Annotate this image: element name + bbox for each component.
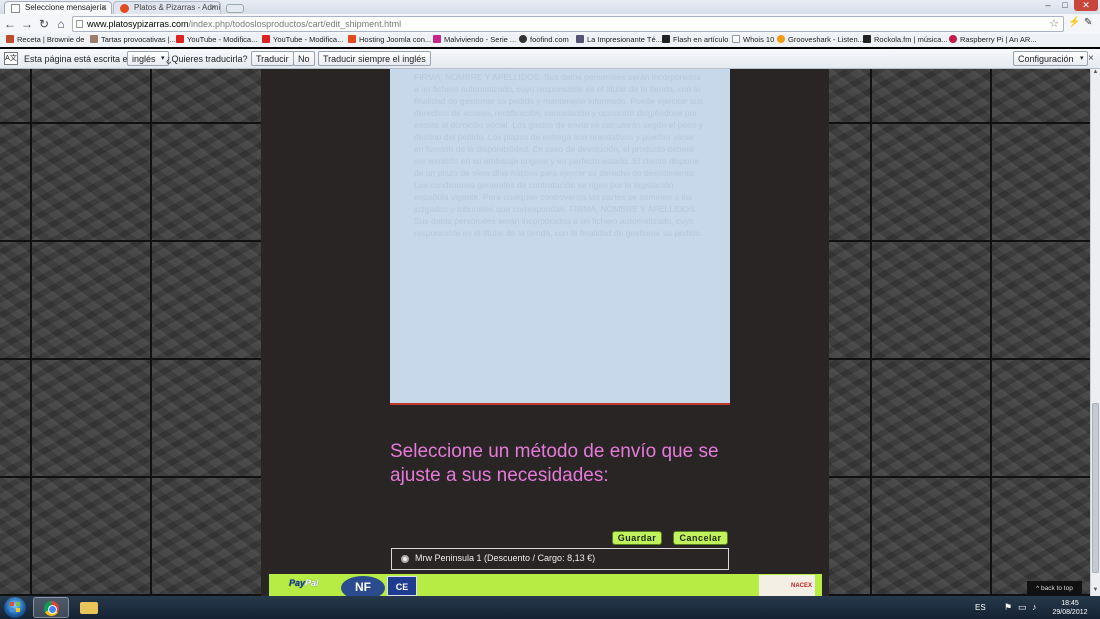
folder-icon [80,602,98,614]
bookmark-item[interactable]: Hosting Joomla con... [348,35,431,44]
bookmark-item[interactable]: La Impresionante Té... [576,35,662,44]
bookmark-item[interactable]: YouTube - Modifica... [262,35,343,44]
close-icon[interactable]: × [1088,53,1094,64]
page-icon [732,35,740,43]
bookmark-item[interactable]: Rockola.fm | música... [863,35,948,44]
always-translate-button[interactable]: Traducir siempre el inglés [318,51,431,66]
clock-time: 18:45 [1061,600,1079,607]
forward-arrow-icon[interactable]: → [20,17,34,31]
page-icon [6,35,14,43]
tab-seleccione-mensajeria[interactable]: Seleccione mensajería × [4,1,112,14]
no-translate-button[interactable]: No [293,51,315,66]
flash-icon [662,35,670,43]
browser-toolbar: ← → ↻ ⌂ www.platosypizarras.com/index.ph… [0,14,1100,34]
clock[interactable]: 18:45 29/08/2012 [1050,599,1090,617]
tab-title: Platos & Pizarras - Admin [134,3,221,12]
bookmarks-bar: Receta | Brownie de Tartas provocativas … [0,34,1100,47]
address-bar[interactable]: www.platosypizarras.com/index.php/todosl… [72,16,1064,32]
bookmark-item[interactable]: Flash en artículo [662,35,728,44]
reload-icon[interactable]: ↻ [37,17,51,31]
home-icon[interactable]: ⌂ [54,17,68,31]
translate-icon: A文 [4,52,18,65]
language-select[interactable]: inglés ▾ [127,51,169,66]
shipping-option-label: Mrw Peninsula 1 (Descuento / Cargo: 8,13… [415,553,596,563]
volume-icon[interactable]: ♪ [1032,602,1037,612]
url-path: /index.php/todoslosproductos/cart/edit_s… [188,19,402,29]
flag-icon[interactable]: ⚑ [1004,602,1012,613]
taskbar-chrome[interactable] [33,597,69,618]
joomla-icon [120,4,129,13]
bookmark-item[interactable]: Tartas provocativas |... [90,35,176,44]
windows-taskbar: ES ⚑ ▭ ♪ 18:45 29/08/2012 [0,596,1100,619]
network-icon[interactable]: ▭ [1018,602,1027,613]
bookmark-item[interactable]: Raspberry Pi | An AR... [949,35,1037,44]
rockola-icon [863,35,871,43]
cancel-button[interactable]: Cancelar [673,531,728,545]
bookmark-item[interactable]: foofind.com [519,35,569,44]
close-tab-icon[interactable]: × [211,2,216,12]
clock-date: 29/08/2012 [1052,609,1088,616]
bookmark-item[interactable]: Malviviendo - Serie ... [433,35,516,44]
page-scrollbar[interactable]: ▲ ▼ [1090,69,1100,596]
shipping-method-heading: Seleccione un método de envío que se aju… [390,441,719,486]
scroll-down-arrow-icon[interactable]: ▼ [1091,587,1100,596]
translate-button[interactable]: Traducir [251,51,294,66]
language-indicator[interactable]: ES [975,603,986,612]
minimize-window-button[interactable]: – [1040,0,1056,11]
translate-bar: A文 Esta página está escrita en inglés ▾ … [0,49,1100,69]
youtube-icon [176,35,184,43]
m-icon [433,35,441,43]
nf-logo: NF [341,576,385,596]
scroll-up-arrow-icon[interactable]: ▲ [1091,69,1100,78]
bookmark-item[interactable]: Receta | Brownie de [6,35,84,44]
shipping-option[interactable]: Mrw Peninsula 1 (Descuento / Cargo: 8,13… [391,548,729,570]
page-icon [76,20,83,28]
page-icon [576,35,584,43]
bookmark-item[interactable]: Grooveshark - Listen... [777,35,864,44]
extension-icon[interactable]: ⚡ [1068,17,1080,28]
start-button[interactable] [4,597,26,618]
joomla-icon [348,35,356,43]
new-tab-button[interactable] [226,4,244,13]
terms-textarea[interactable]: FIRMA, NOMBRE Y APELLIDOS. Sus datos per… [390,69,730,405]
raspberry-icon [949,35,957,43]
tab-title: Seleccione mensajería [25,3,106,12]
translate-settings-button[interactable]: Configuración ▾ [1013,51,1088,66]
bookmark-item[interactable]: Whois 10 [732,35,774,44]
translate-prefix: Esta página está escrita en [24,54,133,64]
back-to-top-link[interactable]: ^ back to top [1027,581,1082,596]
terms-text: FIRMA, NOMBRE Y APELLIDOS. Sus datos per… [414,72,704,238]
back-arrow-icon[interactable]: ← [3,17,17,31]
close-tab-icon[interactable]: × [102,2,107,12]
taskbar-explorer[interactable] [72,597,108,618]
chrome-icon [44,601,59,616]
wrench-icon[interactable]: ✎ [1084,17,1092,28]
ce-logo: CE [387,576,417,596]
footer-logos: PayPal NF CE NACEX [269,574,822,596]
bookmark-star-icon[interactable]: ☆ [1049,17,1059,31]
grooveshark-icon [777,35,785,43]
dropdown-arrow-icon: ▾ [1080,55,1084,62]
maximize-window-button[interactable]: □ [1057,0,1073,11]
page-icon [11,4,20,13]
page-viewport: FIRMA, NOMBRE Y APELLIDOS. Sus datos per… [0,69,1090,596]
save-button[interactable]: Guardar [612,531,662,545]
translate-question: ¿Quieres traducirla? [166,54,248,64]
foofind-icon [519,35,527,43]
shipping-option-radio[interactable] [401,555,409,563]
bookmark-item[interactable]: YouTube - Modifica... [176,35,257,44]
close-window-button[interactable]: ✕ [1074,0,1098,11]
windows-logo-icon [10,602,20,612]
youtube-icon [262,35,270,43]
paypal-logo: PayPal [289,578,319,588]
url-domain: www.platosypizarras.com [87,19,189,29]
page-icon [90,35,98,43]
scrollbar-thumb[interactable] [1092,403,1099,573]
nacex-logo: NACEX [759,575,815,596]
dropdown-arrow-icon: ▾ [161,55,165,62]
tab-platos-admin[interactable]: Platos & Pizarras - Admin × [113,1,221,14]
tab-strip: Seleccione mensajería × Platos & Pizarra… [0,0,1100,14]
